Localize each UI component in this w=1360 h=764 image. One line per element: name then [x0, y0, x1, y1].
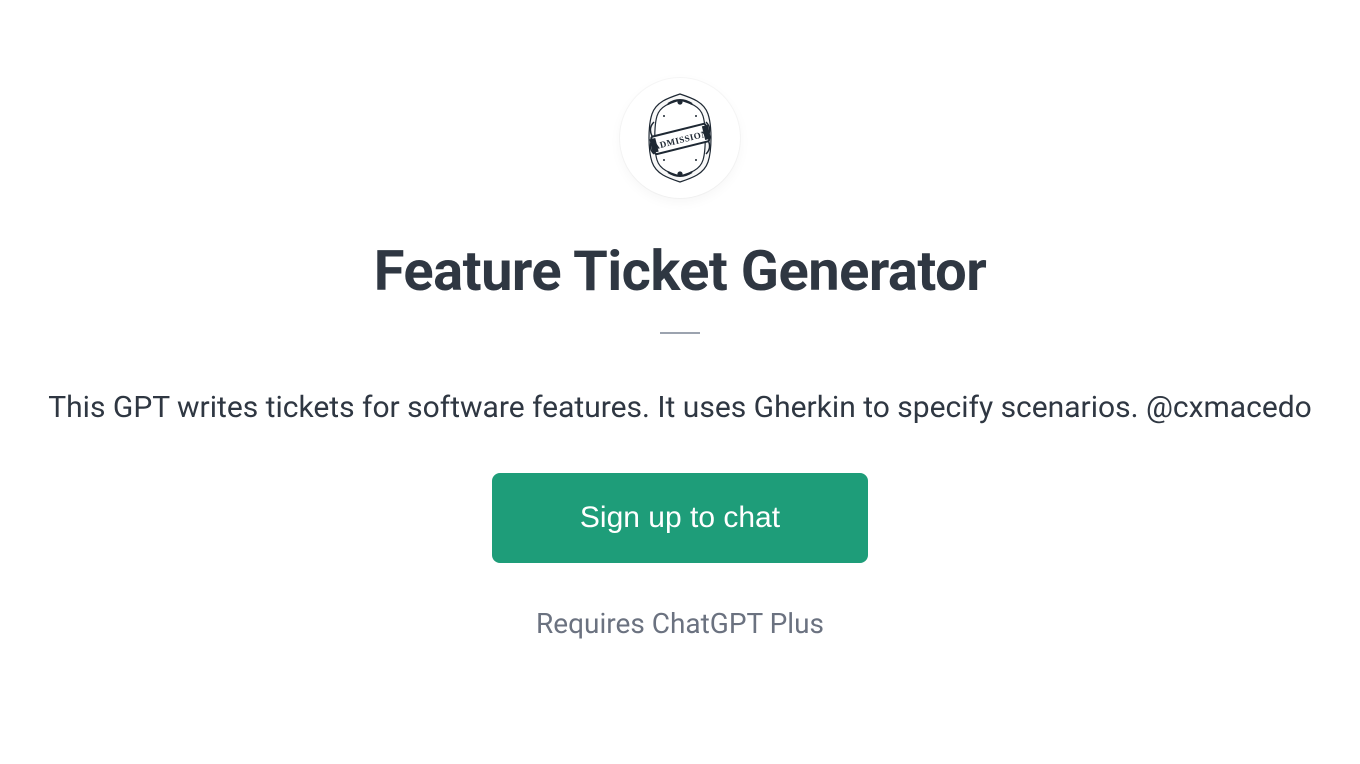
- description-text: This GPT writes tickets for software fea…: [48, 390, 1312, 425]
- divider: [660, 332, 700, 334]
- admission-badge-icon: ADMISSION: [630, 88, 730, 188]
- logo-container: ADMISSION: [620, 78, 740, 198]
- requires-text: Requires ChatGPT Plus: [536, 607, 824, 640]
- sign-up-button[interactable]: Sign up to chat: [492, 473, 868, 563]
- page-title: Feature Ticket Generator: [374, 238, 987, 304]
